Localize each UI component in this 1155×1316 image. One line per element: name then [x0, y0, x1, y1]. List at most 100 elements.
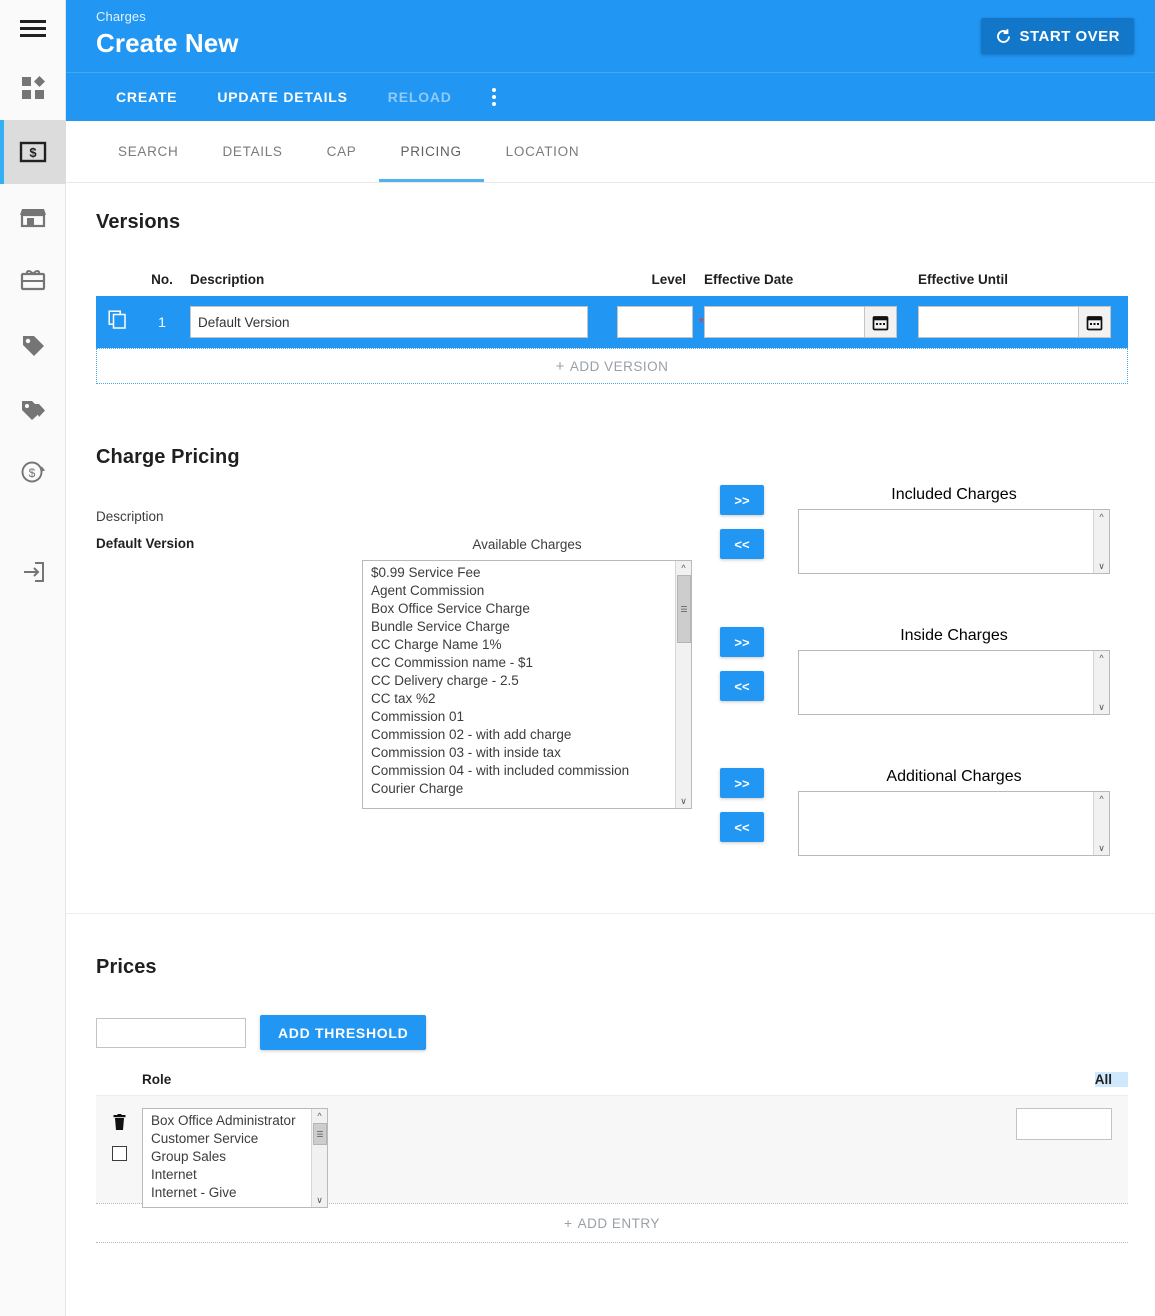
chevron-down-icon[interactable]: ∨: [1098, 700, 1105, 714]
list-item[interactable]: Internet - Give: [151, 1184, 311, 1202]
tab-cap[interactable]: CAP: [305, 121, 379, 182]
refund-dollar-icon: $: [19, 459, 47, 485]
included-charges-list[interactable]: ^ ∨: [798, 509, 1110, 574]
all-price-input[interactable]: [1016, 1108, 1112, 1140]
chevron-down-icon[interactable]: ∨: [1098, 559, 1105, 573]
calendar-icon[interactable]: [1078, 306, 1111, 338]
chevron-up-icon[interactable]: ^: [1099, 510, 1103, 524]
scrollbar-thumb[interactable]: ☰: [677, 575, 691, 643]
kebab-menu-icon[interactable]: [472, 73, 516, 122]
add-entry-label: ADD ENTRY: [577, 1215, 660, 1231]
add-to-included-button[interactable]: >>: [720, 485, 764, 515]
additional-transfer-buttons: >> <<: [720, 768, 764, 842]
list-item[interactable]: Bundle Service Charge: [371, 618, 675, 636]
tab-bar: SEARCH DETAILS CAP PRICING LOCATION: [66, 121, 1155, 183]
sidebar-item-tags[interactable]: [0, 376, 66, 440]
list-item[interactable]: Agent Commission: [371, 582, 675, 600]
sidebar-item-logout[interactable]: [0, 540, 66, 604]
remove-from-included-button[interactable]: <<: [720, 529, 764, 559]
scrollbar-thumb[interactable]: ☰: [313, 1123, 327, 1145]
chevron-down-icon[interactable]: ∨: [316, 1193, 323, 1207]
sidebar-item-dashboard[interactable]: [0, 56, 66, 120]
version-level-input[interactable]: [616, 306, 693, 338]
list-item[interactable]: Group Sales: [151, 1148, 311, 1166]
available-charges-list[interactable]: $0.99 Service Fee Agent Commission Box O…: [362, 560, 692, 809]
list-item[interactable]: CC Commission name - $1: [371, 654, 675, 672]
add-version-label: ADD VERSION: [569, 358, 669, 374]
copy-icon[interactable]: [107, 310, 127, 334]
inside-charges-list[interactable]: ^ ∨: [798, 650, 1110, 715]
versions-table: No. Description Level Effective Date Eff…: [96, 272, 1128, 384]
versions-section: Versions No. Description Level Effective…: [66, 183, 1155, 384]
list-item[interactable]: Commission 03 - with inside tax: [371, 744, 675, 762]
add-threshold-button[interactable]: ADD THRESHOLD: [260, 1015, 427, 1050]
versions-heading: Versions: [96, 211, 181, 233]
chevron-up-icon[interactable]: ^: [1099, 792, 1103, 806]
tab-search[interactable]: SEARCH: [96, 121, 200, 182]
tag-icon: [19, 331, 47, 357]
action-bar: CREATE UPDATE DETAILS RELOAD: [66, 72, 1155, 121]
remove-from-additional-button[interactable]: <<: [720, 812, 764, 842]
start-over-label: START OVER: [1019, 27, 1120, 45]
list-item[interactable]: Internet: [151, 1166, 311, 1184]
add-entry-button[interactable]: + ADD ENTRY: [96, 1203, 1128, 1243]
scrollbar[interactable]: ^ ∨: [1093, 510, 1109, 573]
list-item[interactable]: Customer Service: [151, 1130, 311, 1148]
sidebar-item-tag[interactable]: [0, 312, 66, 376]
chevron-down-icon[interactable]: ∨: [680, 794, 687, 808]
content: Versions No. Description Level Effective…: [66, 183, 1155, 1243]
chevron-up-icon[interactable]: ^: [317, 1109, 321, 1123]
additional-charges-list[interactable]: ^ ∨: [798, 791, 1110, 856]
list-item[interactable]: Commission 02 - with add charge: [371, 726, 675, 744]
add-to-inside-button[interactable]: >>: [720, 627, 764, 657]
remove-from-inside-button[interactable]: <<: [720, 671, 764, 701]
scrollbar[interactable]: ^ ∨: [1093, 651, 1109, 714]
charges-money-icon: $: [19, 140, 47, 164]
sidebar-item-gift-cards[interactable]: [0, 248, 66, 312]
row-checkbox[interactable]: [111, 1146, 127, 1161]
effective-until-input[interactable]: [918, 306, 1078, 338]
scrollbar[interactable]: ^ ☰ ∨: [675, 561, 691, 808]
action-create[interactable]: CREATE: [96, 73, 197, 122]
sidebar-item-charges[interactable]: $: [0, 120, 66, 184]
threshold-input[interactable]: [96, 1017, 246, 1048]
plus-icon: +: [564, 1215, 573, 1231]
add-to-additional-button[interactable]: >>: [720, 768, 764, 798]
chevron-down-icon[interactable]: ∨: [1098, 841, 1105, 855]
list-item[interactable]: Commission 04 - with included commission: [371, 762, 675, 780]
svg-text:$: $: [28, 466, 35, 480]
role-list[interactable]: Box Office Administrator Customer Servic…: [142, 1108, 328, 1208]
sidebar-item-store[interactable]: [0, 184, 66, 248]
tab-location[interactable]: LOCATION: [484, 121, 602, 182]
hamburger-menu-icon[interactable]: [0, 0, 66, 56]
start-over-button[interactable]: START OVER: [981, 18, 1134, 54]
list-item[interactable]: $0.99 Service Fee: [371, 564, 675, 582]
chevron-up-icon[interactable]: ^: [681, 561, 685, 575]
trash-icon[interactable]: [112, 1114, 127, 1136]
gift-card-icon: [19, 267, 47, 293]
list-item[interactable]: Box Office Service Charge: [371, 600, 675, 618]
add-version-button[interactable]: + ADD VERSION: [96, 348, 1128, 384]
available-charges-label: Available Charges: [472, 537, 582, 552]
chevron-up-icon[interactable]: ^: [1099, 651, 1103, 665]
tab-pricing[interactable]: PRICING: [378, 121, 484, 182]
action-update-details[interactable]: UPDATE DETAILS: [197, 73, 367, 122]
list-item[interactable]: Box Office Administrator: [151, 1112, 311, 1130]
included-charges-label: Included Charges: [891, 486, 1017, 503]
refresh-icon: [995, 28, 1012, 45]
list-item[interactable]: CC Charge Name 1%: [371, 636, 675, 654]
sidebar-item-refunds[interactable]: $: [0, 440, 66, 504]
scrollbar[interactable]: ^ ☰ ∨: [311, 1109, 327, 1207]
scrollbar[interactable]: ^ ∨: [1093, 792, 1109, 855]
column-role: Role: [142, 1072, 172, 1087]
tab-details[interactable]: DETAILS: [200, 121, 304, 182]
column-effective-date: Effective Date: [704, 272, 794, 287]
list-item[interactable]: CC Delivery charge - 2.5: [371, 672, 675, 690]
all-cell: [1016, 1108, 1128, 1140]
effective-date-input[interactable]: [704, 306, 864, 338]
calendar-icon[interactable]: [864, 306, 897, 338]
list-item[interactable]: Commission 01: [371, 708, 675, 726]
list-item[interactable]: CC tax %2: [371, 690, 675, 708]
version-description-input[interactable]: [190, 306, 588, 338]
list-item[interactable]: Courier Charge: [371, 780, 675, 798]
